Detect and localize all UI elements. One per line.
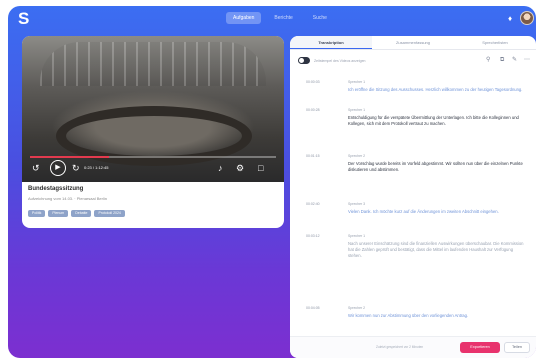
entry-speaker: Sprecher 3 bbox=[348, 202, 366, 206]
video-subtitle: Aufzeichnung vom 14.03. · Plenarsaal Ber… bbox=[28, 196, 107, 201]
edit-icon[interactable]: ✎ bbox=[512, 56, 517, 65]
tab-speakers[interactable]: Sprecherlisten bbox=[454, 36, 536, 49]
video-title: Bundestagssitzung bbox=[28, 186, 84, 192]
entry-speaker: Sprecher 1 bbox=[348, 234, 366, 238]
entry-timestamp[interactable]: 00:03:12 bbox=[306, 234, 320, 239]
tab-transcript[interactable]: Transkription bbox=[290, 36, 372, 49]
entry-speaker: Sprecher 1 bbox=[348, 80, 366, 84]
entry-timestamp[interactable]: 00:00:03 bbox=[306, 80, 320, 85]
entry-timestamp[interactable]: 00:04:05 bbox=[306, 306, 320, 311]
entry-text: Vielen Dank. Ich möchte kurz auf die Änd… bbox=[348, 209, 499, 214]
copy-icon[interactable]: ⧉ bbox=[500, 56, 504, 65]
timestamp-toggle[interactable] bbox=[298, 57, 310, 64]
nav-tab-tasks[interactable]: Aufgaben bbox=[226, 12, 262, 24]
app-logo[interactable]: S bbox=[18, 9, 36, 29]
video-progress-fill bbox=[30, 156, 109, 158]
nav-tab-reports[interactable]: Berichte bbox=[267, 12, 299, 24]
fullscreen-icon[interactable]: □ bbox=[258, 162, 263, 174]
play-icon[interactable]: ▶ bbox=[50, 160, 66, 176]
entry-timestamp[interactable]: 00:00:28 bbox=[306, 108, 320, 113]
main-nav: Aufgaben Berichte Suche bbox=[226, 12, 334, 24]
video-meta: Bundestagssitzung Aufzeichnung vom 14.03… bbox=[28, 186, 278, 226]
time-display: 0:23 / 1:12:45 bbox=[84, 165, 109, 170]
panel-footer: Zuletzt gespeichert vor 2 Minuten Export… bbox=[290, 336, 536, 358]
search-icon[interactable]: ⚲ bbox=[486, 56, 490, 65]
tag-chip[interactable]: Protokoll 2024 bbox=[94, 210, 125, 217]
panel-tabs: Transkription Zusammenfassung Sprecherli… bbox=[290, 36, 536, 50]
video-background bbox=[40, 42, 266, 86]
entry-text: Nach unserer Einschätzung sind die finan… bbox=[348, 241, 524, 258]
video-frame[interactable]: ↺ ▶ ↻ 0:23 / 1:12:45 ♪ ⚙ □ bbox=[22, 36, 284, 182]
tag-list: Politik Plenum Debatte Protokoll 2024 bbox=[28, 210, 278, 217]
nav-tab-search[interactable]: Suche bbox=[306, 12, 334, 24]
tag-chip[interactable]: Debatte bbox=[71, 210, 92, 217]
tab-summary[interactable]: Zusammenfassung bbox=[372, 36, 454, 49]
more-icon[interactable]: ⋯ bbox=[524, 56, 530, 65]
top-bar: S Aufgaben Berichte Suche ♦ bbox=[8, 6, 536, 32]
entry-text: Wir kommen nun zur Abstimmung über den v… bbox=[348, 313, 469, 318]
entry-text: Der Vorschlag wurde bereits im Vorfeld a… bbox=[348, 161, 523, 172]
export-button[interactable]: Exportieren bbox=[460, 342, 500, 353]
rewind-icon[interactable]: ↺ bbox=[32, 162, 40, 174]
forward-icon[interactable]: ↻ bbox=[72, 162, 80, 174]
transcript-toolbar: Zeitstempel des Videos anzeigen ⚲ ⧉ ✎ ⋯ bbox=[298, 56, 530, 66]
save-status: Zuletzt gespeichert vor 2 Minuten bbox=[376, 345, 424, 349]
entry-timestamp[interactable]: 00:01:15 bbox=[306, 154, 320, 159]
bell-icon[interactable]: ♦ bbox=[508, 14, 516, 23]
entry-timestamp[interactable]: 00:02:40 bbox=[306, 202, 320, 207]
entry-speaker: Sprecher 1 bbox=[348, 108, 366, 112]
timestamp-toggle-label: Zeitstempel des Videos anzeigen bbox=[314, 59, 366, 63]
entry-speaker: Sprecher 2 bbox=[348, 306, 366, 310]
tag-chip[interactable]: Plenum bbox=[48, 210, 69, 217]
app-window: S Aufgaben Berichte Suche ♦ ↺ ▶ ↻ 0:23 /… bbox=[8, 6, 536, 358]
video-card: ↺ ▶ ↻ 0:23 / 1:12:45 ♪ ⚙ □ Bundestagssit… bbox=[22, 36, 284, 228]
volume-icon[interactable]: ♪ bbox=[218, 162, 223, 174]
entry-text: Ich eröffne die Sitzung des Ausschusses.… bbox=[348, 87, 523, 92]
entry-speaker: Sprecher 2 bbox=[348, 154, 366, 158]
share-button[interactable]: Teilen bbox=[504, 342, 530, 353]
settings-icon[interactable]: ⚙ bbox=[236, 162, 244, 174]
avatar[interactable] bbox=[520, 11, 534, 25]
video-progress-bar[interactable] bbox=[30, 156, 276, 158]
transcript-panel: Transkription Zusammenfassung Sprecherli… bbox=[290, 36, 536, 358]
tag-chip[interactable]: Politik bbox=[28, 210, 46, 217]
entry-text: Entschuldigung für die verspätete Übermi… bbox=[348, 115, 519, 126]
